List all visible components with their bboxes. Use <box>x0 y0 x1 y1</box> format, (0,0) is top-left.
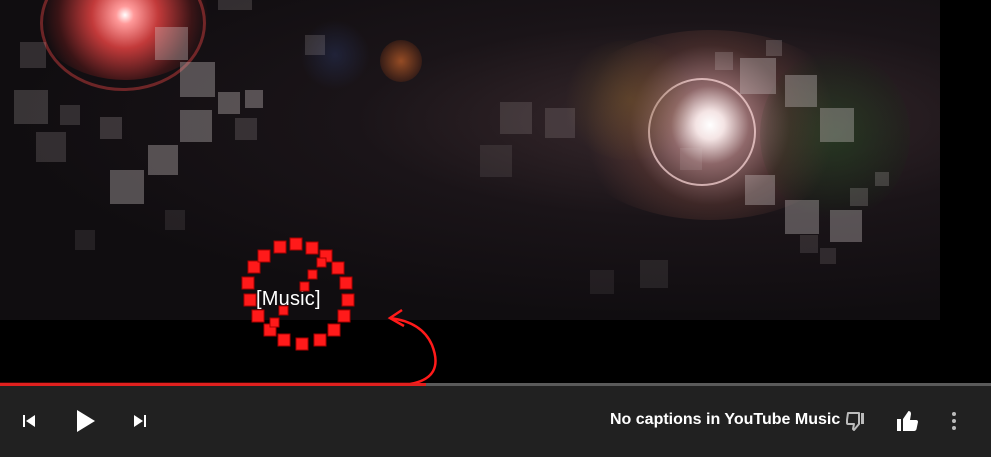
next-button[interactable] <box>125 406 155 436</box>
bokeh-square <box>500 102 532 134</box>
play-icon <box>77 410 95 432</box>
dislike-button[interactable] <box>842 407 870 435</box>
video-stage[interactable]: [Music] <box>0 0 991 385</box>
bokeh-square <box>680 148 702 170</box>
bokeh-square <box>110 170 144 204</box>
thumbs-down-icon <box>846 412 864 431</box>
bokeh-square <box>850 188 868 206</box>
like-button[interactable] <box>892 406 922 436</box>
bokeh-square <box>785 75 817 107</box>
bokeh-square <box>820 108 854 142</box>
bokeh-square <box>180 62 215 97</box>
bokeh-square <box>480 145 512 177</box>
bokeh-square <box>545 108 575 138</box>
bokeh-square <box>148 145 178 175</box>
bokeh-square <box>36 132 66 162</box>
bokeh-square <box>740 58 776 94</box>
bokeh-square <box>20 42 46 68</box>
captions-status-text: No captions in YouTube Music <box>610 411 841 428</box>
play-button[interactable] <box>68 403 104 439</box>
bokeh-square <box>590 270 614 294</box>
caption-text: [Music] <box>256 288 321 310</box>
video-frame[interactable] <box>0 0 940 320</box>
bokeh-square <box>14 90 48 124</box>
thumbs-up-icon <box>897 411 918 431</box>
bokeh-square <box>165 210 185 230</box>
bokeh-square <box>745 175 775 205</box>
bokeh-square <box>820 248 836 264</box>
bokeh-square <box>800 235 818 253</box>
skip-previous-icon <box>23 415 35 427</box>
bokeh-square <box>830 210 862 242</box>
skip-next-icon <box>134 415 146 427</box>
bokeh-square <box>640 260 668 288</box>
bokeh-square <box>875 172 889 186</box>
bokeh-square <box>766 40 782 56</box>
lens-flare-blue <box>300 20 370 90</box>
lens-flare-gold <box>560 40 700 160</box>
previous-button[interactable] <box>14 406 44 436</box>
bokeh-square <box>305 35 325 55</box>
bokeh-square <box>785 200 819 234</box>
bokeh-square <box>75 230 95 250</box>
bokeh-square <box>60 105 80 125</box>
bokeh-square <box>245 90 263 108</box>
bokeh-square <box>100 117 122 139</box>
more-vertical-icon <box>952 412 956 430</box>
bokeh-square <box>218 0 252 10</box>
player-control-bar <box>0 386 991 457</box>
bokeh-square <box>155 27 188 60</box>
bokeh-square <box>218 92 240 114</box>
bokeh-square <box>715 52 733 70</box>
more-options-button[interactable] <box>940 406 968 436</box>
bokeh-square <box>180 110 212 142</box>
bokeh-square <box>235 118 257 140</box>
lens-flare-orange <box>380 40 422 82</box>
